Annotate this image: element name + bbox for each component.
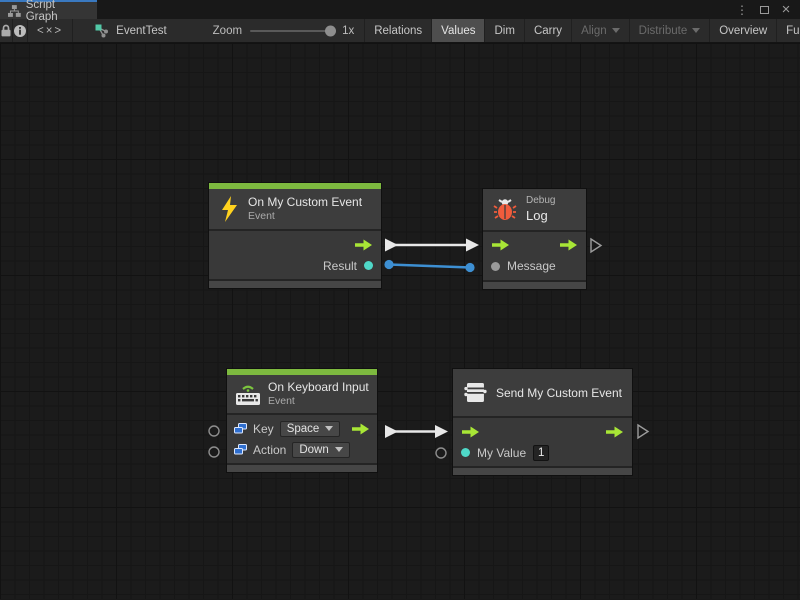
flow-continue-triangle-send-event[interactable] bbox=[638, 425, 648, 438]
graph-toolbar: <×> EventTest Zoom 1x Relations Values D… bbox=[0, 19, 800, 43]
my-value-port-label: My Value bbox=[477, 446, 526, 460]
flow-input-port-icon[interactable] bbox=[491, 239, 510, 251]
chevron-down-icon bbox=[612, 28, 620, 33]
message-value-port[interactable] bbox=[491, 262, 500, 271]
node-send-my-custom-event[interactable]: Send My Custom Event My Value bbox=[452, 368, 633, 476]
node-footer bbox=[453, 466, 632, 475]
node-kicker: Debug bbox=[526, 195, 555, 208]
window-controls: ⋮ × bbox=[734, 0, 800, 19]
port-row: Result bbox=[209, 255, 381, 276]
node-on-keyboard-input[interactable]: On Keyboard Input Event Key Space bbox=[226, 368, 378, 473]
chevron-down-icon bbox=[335, 447, 343, 452]
node-body: Message bbox=[483, 230, 586, 280]
lightning-icon bbox=[219, 196, 239, 222]
graph-canvas[interactable]: On My Custom Event Event Result bbox=[0, 43, 800, 599]
node-header: Debug Log bbox=[483, 189, 586, 230]
node-subtitle: Event bbox=[268, 395, 369, 408]
node-subtitle: Event bbox=[248, 210, 362, 223]
enum-icon bbox=[234, 444, 247, 455]
node-body: Result bbox=[209, 229, 381, 279]
node-header: On My Custom Event Event bbox=[209, 189, 381, 229]
graph-icon bbox=[95, 24, 110, 38]
node-title: On My Custom Event bbox=[248, 195, 362, 210]
connection-flow-custom-event-to-log[interactable] bbox=[385, 239, 479, 252]
connection-value-result-to-message[interactable] bbox=[384, 260, 474, 272]
my-value-port[interactable] bbox=[461, 448, 470, 457]
unconnected-port-key[interactable] bbox=[209, 426, 219, 436]
connections-layer bbox=[0, 43, 800, 599]
port-row bbox=[209, 234, 381, 255]
flow-output-port-icon[interactable] bbox=[351, 423, 370, 435]
maximize-icon[interactable] bbox=[756, 2, 772, 18]
zoom-slider[interactable] bbox=[250, 30, 334, 32]
flow-output-port-icon[interactable] bbox=[605, 426, 624, 438]
enum-icon bbox=[234, 423, 247, 434]
dim-button[interactable]: Dim bbox=[485, 19, 524, 42]
action-port-label: Action bbox=[253, 443, 286, 457]
node-title: Send My Custom Event bbox=[496, 386, 622, 400]
zoom-slider-handle[interactable] bbox=[325, 25, 336, 36]
lock-button[interactable] bbox=[0, 19, 13, 42]
chevron-down-icon bbox=[325, 426, 333, 431]
action-dropdown[interactable]: Down bbox=[292, 442, 349, 458]
flow-output-port-icon[interactable] bbox=[559, 239, 578, 251]
chevron-down-icon bbox=[692, 28, 700, 33]
port-row bbox=[453, 421, 632, 442]
tab-title: Script Graph bbox=[26, 0, 89, 23]
graph-name: EventTest bbox=[116, 25, 167, 37]
lock-icon bbox=[0, 24, 12, 37]
menu-icon[interactable]: ⋮ bbox=[734, 2, 750, 18]
port-row: Key Space bbox=[227, 418, 377, 439]
graph-breadcrumb[interactable]: EventTest bbox=[87, 19, 175, 42]
flow-continue-triangle-debug-log[interactable] bbox=[591, 239, 601, 252]
relations-button[interactable]: Relations bbox=[364, 19, 432, 42]
node-footer bbox=[483, 280, 586, 289]
flow-output-port-icon[interactable] bbox=[354, 239, 373, 251]
message-port-label: Message bbox=[507, 259, 556, 273]
node-body: My Value bbox=[453, 416, 632, 466]
port-row: My Value bbox=[453, 442, 632, 463]
result-value-port[interactable] bbox=[364, 261, 373, 270]
bug-icon bbox=[493, 197, 517, 221]
info-icon bbox=[13, 24, 27, 38]
zoom-label: Zoom bbox=[213, 25, 242, 37]
node-header: On Keyboard Input Event bbox=[227, 375, 377, 413]
tab-script-graph[interactable]: Script Graph bbox=[0, 0, 97, 19]
toolbar-toggles: Relations Values Dim Carry Align Distrib… bbox=[364, 19, 800, 42]
close-icon[interactable]: × bbox=[778, 2, 794, 18]
distribute-button[interactable]: Distribute bbox=[630, 19, 711, 42]
my-value-input[interactable] bbox=[533, 445, 549, 461]
port-row: Message bbox=[483, 256, 586, 277]
window-titlebar: Script Graph ⋮ × bbox=[0, 0, 800, 19]
overview-button[interactable]: Overview bbox=[710, 19, 777, 42]
node-footer bbox=[209, 279, 381, 288]
custom-event-icon bbox=[463, 382, 487, 403]
carry-button[interactable]: Carry bbox=[525, 19, 572, 42]
zoom-value: 1x bbox=[342, 25, 354, 37]
node-debug-log[interactable]: Debug Log Message bbox=[482, 188, 587, 290]
port-row bbox=[483, 235, 586, 256]
fullscreen-button[interactable]: Full Screen bbox=[777, 19, 800, 42]
keyboard-icon bbox=[235, 383, 261, 406]
connection-flow-keyboard-to-send[interactable] bbox=[385, 425, 448, 438]
zoom-control: Zoom 1x bbox=[203, 19, 365, 42]
key-dropdown[interactable]: Space bbox=[280, 421, 341, 437]
flow-input-port-icon[interactable] bbox=[461, 426, 480, 438]
port-row: Action Down bbox=[227, 439, 377, 460]
node-title: On Keyboard Input bbox=[268, 380, 369, 395]
values-button[interactable]: Values bbox=[432, 19, 485, 42]
unconnected-port-my-value[interactable] bbox=[436, 448, 446, 458]
script-graph-icon bbox=[8, 5, 21, 17]
align-button[interactable]: Align bbox=[572, 19, 630, 42]
result-port-label: Result bbox=[323, 259, 357, 273]
node-on-my-custom-event[interactable]: On My Custom Event Event Result bbox=[208, 182, 382, 289]
node-body: Key Space Action Down bbox=[227, 413, 377, 463]
key-port-label: Key bbox=[253, 422, 274, 436]
node-header: Send My Custom Event bbox=[453, 369, 632, 416]
unconnected-port-action[interactable] bbox=[209, 447, 219, 457]
node-footer bbox=[227, 463, 377, 472]
node-title: Log bbox=[526, 208, 555, 224]
